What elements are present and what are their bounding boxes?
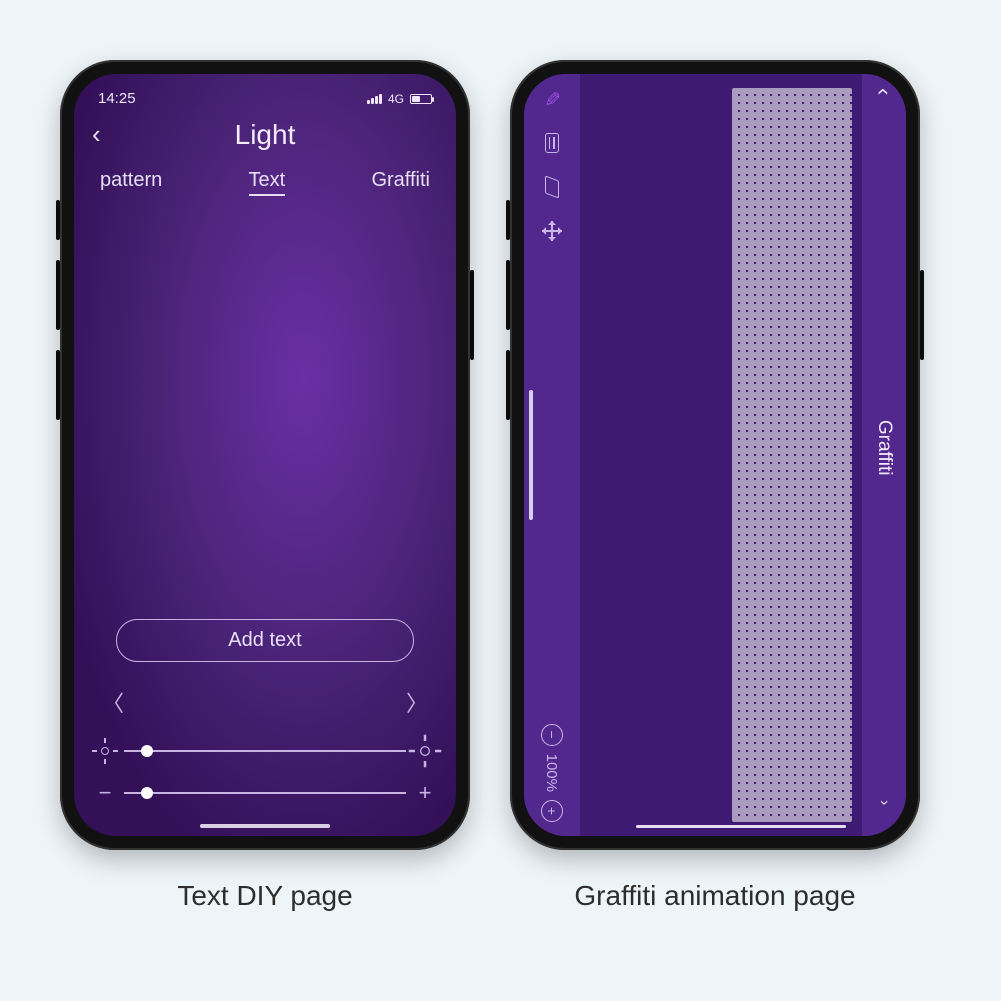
home-indicator[interactable] xyxy=(200,824,330,828)
mute-switch xyxy=(56,200,60,240)
volume-down xyxy=(56,350,60,420)
canvas-scrollbar[interactable] xyxy=(636,825,846,828)
battery-icon xyxy=(410,94,432,104)
speed-slider[interactable] xyxy=(124,792,406,794)
home-indicator[interactable] xyxy=(529,390,533,520)
zoom-in-button[interactable]: + xyxy=(541,800,563,822)
palette-tool-button[interactable] xyxy=(541,132,563,154)
caption-graffiti: Graffiti animation page xyxy=(510,880,920,912)
page-title: Light xyxy=(92,119,438,151)
power-button xyxy=(920,270,924,360)
graffiti-screen: ‹ Graffiti › ✎ xyxy=(524,74,906,836)
speed-slider-row: − + xyxy=(92,780,438,806)
volume-down xyxy=(506,350,510,420)
signal-icon xyxy=(367,94,382,104)
volume-up xyxy=(56,260,60,330)
move-tool-button[interactable] xyxy=(541,220,563,242)
phone-frame-graffiti: ‹ Graffiti › ✎ xyxy=(510,60,920,850)
back-button[interactable]: ‹ xyxy=(871,88,897,95)
speed-thumb[interactable] xyxy=(141,787,153,799)
brightness-low-icon xyxy=(96,742,114,760)
phone-frame-text: 14:25 4G ‹ Light pattern Text xyxy=(60,60,470,850)
speed-plus-icon: + xyxy=(416,780,434,806)
eraser-tool-button[interactable] xyxy=(541,176,563,198)
tab-text[interactable]: Text xyxy=(249,169,286,196)
graffiti-title-bar: ‹ Graffiti › xyxy=(862,74,906,836)
network-label: 4G xyxy=(388,92,404,106)
status-time: 14:25 xyxy=(98,90,136,107)
volume-up xyxy=(506,260,510,330)
prev-preset-button[interactable]: 〈 xyxy=(102,686,124,718)
text-preview-area xyxy=(92,196,438,619)
brightness-slider-row xyxy=(92,742,438,760)
tab-graffiti[interactable]: Graffiti xyxy=(371,169,430,196)
mode-tabs: pattern Text Graffiti xyxy=(100,169,430,196)
brightness-slider[interactable] xyxy=(124,750,406,752)
brightness-high-icon xyxy=(414,740,437,763)
caption-text-diy: Text DIY page xyxy=(60,880,470,912)
pen-tool-button[interactable]: ✎ xyxy=(541,88,563,110)
graffiti-canvas-area xyxy=(580,74,862,836)
page-title: Graffiti xyxy=(873,420,895,476)
zoom-level: 100% xyxy=(544,754,561,792)
forward-button[interactable]: › xyxy=(875,800,893,822)
brightness-thumb[interactable] xyxy=(141,745,153,757)
tab-pattern[interactable]: pattern xyxy=(100,169,162,196)
back-button[interactable]: ‹ xyxy=(92,121,101,147)
status-bar: 14:25 4G xyxy=(92,86,438,115)
text-diy-screen: 14:25 4G ‹ Light pattern Text xyxy=(74,74,456,836)
add-text-button[interactable]: Add text xyxy=(116,619,414,662)
speed-minus-icon: − xyxy=(96,780,114,806)
pixel-canvas[interactable] xyxy=(732,88,852,822)
zoom-controls: − 100% + xyxy=(541,724,563,822)
zoom-out-button[interactable]: − xyxy=(541,724,563,746)
next-preset-button[interactable]: 〉 xyxy=(406,686,428,718)
status-right: 4G xyxy=(367,92,432,106)
power-button xyxy=(470,270,474,360)
mute-switch xyxy=(506,200,510,240)
